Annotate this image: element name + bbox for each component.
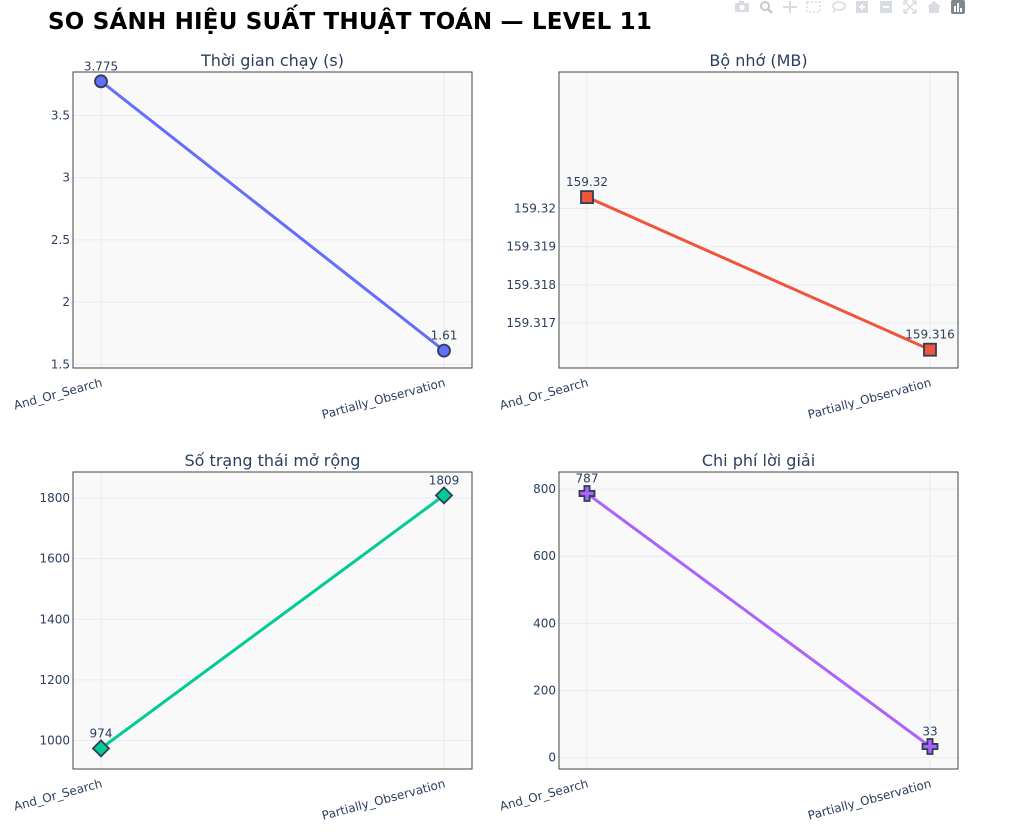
y-tick-label: 800 [533, 482, 556, 496]
chart-title: Số trạng thái mở rộng [185, 451, 361, 470]
x-tick-label: And_Or_Search [498, 375, 590, 412]
y-tick-label: 600 [533, 549, 556, 563]
data-label: 787 [576, 471, 599, 485]
chart-panel-1: Thời gian chạy (s) 1.5 2 2.5 3 3.5 And_Or_Sear… [12, 51, 473, 422]
plot-area [559, 72, 958, 368]
y-tick-label: 2 [62, 295, 70, 309]
chart-panel-4: Chi phí lời giải 0 200 400 600 800 And_Or_Sear… [498, 451, 959, 823]
chart-panel-3: Số trạng thái mở rộng 1000 1200 1400 1600 180… [12, 451, 473, 823]
y-tick-label: 1600 [39, 552, 70, 566]
y-tick-label: 1.5 [51, 357, 70, 371]
data-label: 1809 [429, 473, 460, 487]
chart-panel-2: Bộ nhớ (MB) 159.317 159.318 159.319 159.32 An… [498, 51, 959, 422]
chart-title: Thời gian chạy (s) [200, 51, 344, 70]
data-point [923, 342, 937, 357]
y-tick-label: 200 [533, 683, 556, 697]
charts-figure: Thời gian chạy (s) 1.5 2 2.5 3 3.5 And_Or_Sear… [12, 51, 959, 823]
data-label: 159.316 [905, 328, 955, 342]
x-tick-label: Partially_Observation [806, 776, 933, 822]
data-label: 974 [90, 726, 113, 740]
y-tick-label: 2.5 [51, 233, 70, 247]
y-tick-label: 159.317 [506, 316, 556, 330]
x-tick-label: Partially_Observation [320, 375, 447, 421]
x-tick-label: And_Or_Search [12, 375, 104, 412]
plot-area [73, 72, 472, 368]
x-tick-label: And_Or_Search [12, 776, 104, 813]
data-label: 159.32 [566, 175, 608, 189]
data-label: 3.775 [84, 59, 118, 73]
y-tick-label: 400 [533, 616, 556, 630]
y-tick-label: 1000 [39, 734, 70, 748]
x-tick-label: Partially_Observation [806, 375, 933, 421]
y-tick-label: 1400 [39, 612, 70, 626]
y-tick-label: 159.32 [514, 202, 556, 216]
data-label: 33 [922, 725, 937, 739]
y-tick-label: 0 [548, 751, 556, 765]
data-point [580, 190, 594, 205]
y-tick-label: 3.5 [51, 109, 70, 123]
y-tick-label: 159.318 [506, 278, 556, 292]
y-tick-label: 1800 [39, 491, 70, 505]
chart-title: Bộ nhớ (MB) [709, 51, 807, 70]
chart-title: Chi phí lời giải [702, 451, 815, 470]
y-tick-label: 3 [62, 171, 70, 185]
x-tick-label: Partially_Observation [320, 776, 447, 822]
data-label: 1.61 [431, 329, 458, 343]
y-tick-label: 1200 [39, 673, 70, 687]
data-point [437, 343, 451, 358]
data-point [94, 74, 108, 89]
y-tick-label: 159.319 [506, 240, 556, 254]
x-tick-label: And_Or_Search [498, 776, 590, 813]
